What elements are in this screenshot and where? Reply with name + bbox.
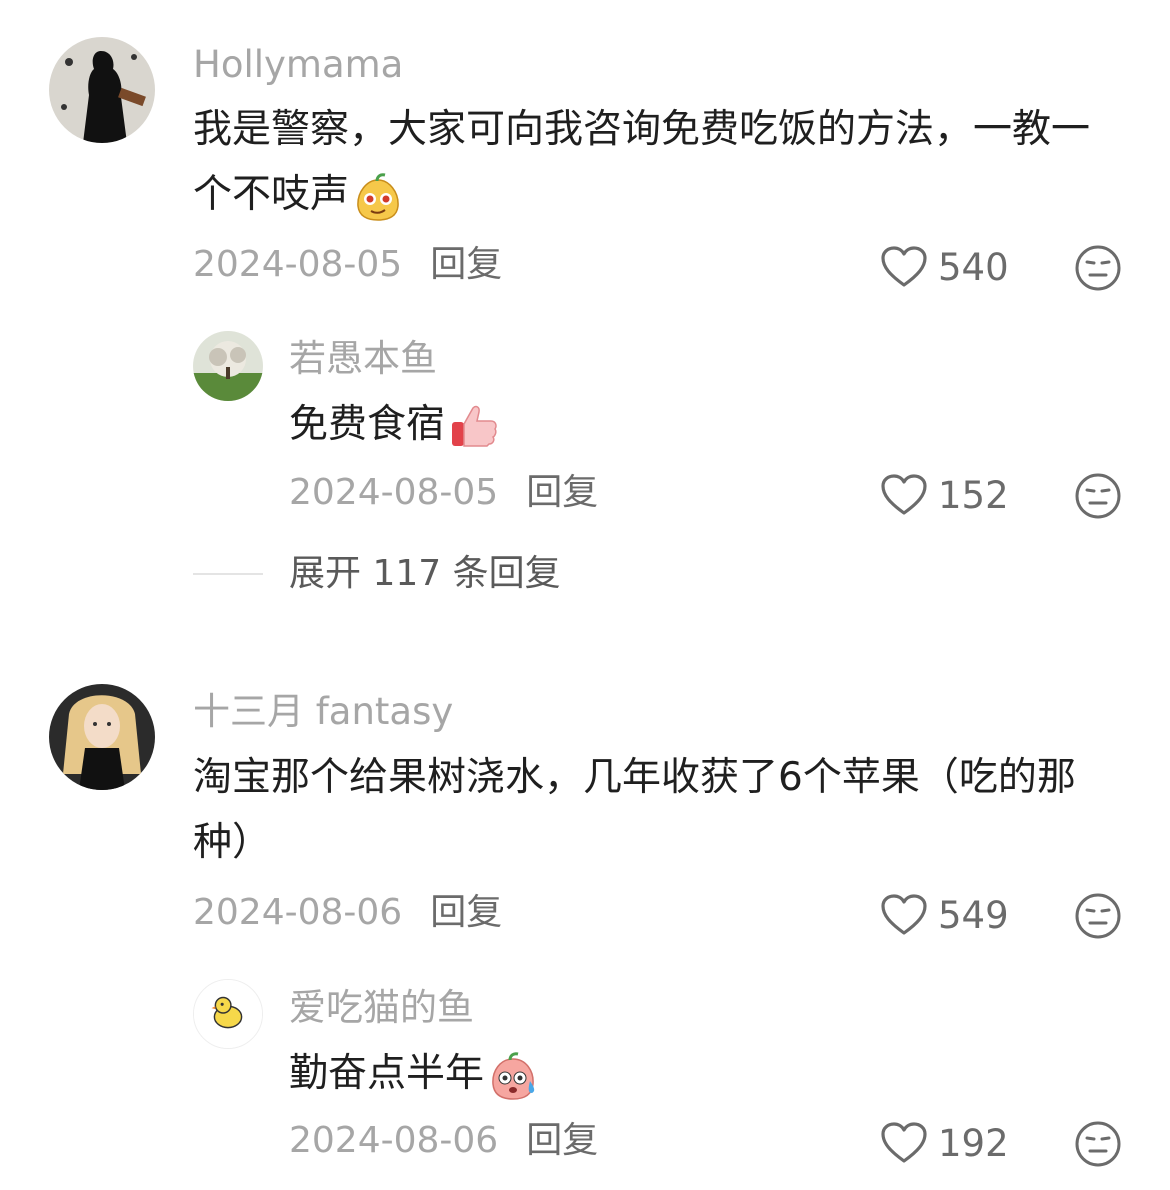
reply-button[interactable]: 回复: [430, 244, 502, 285]
avatar[interactable]: [49, 37, 155, 143]
reply-button[interactable]: 回复: [526, 472, 598, 513]
avatar[interactable]: [49, 684, 155, 790]
reply-meta: 2024-08-05 回复: [289, 471, 598, 515]
reply-text: 免费食宿: [289, 392, 1119, 457]
neutral-face-icon[interactable]: [1074, 244, 1122, 292]
avatar[interactable]: [193, 979, 263, 1049]
reply-date: 2024-08-05: [289, 472, 499, 513]
neutral-face-icon[interactable]: [1074, 472, 1122, 520]
reply-button[interactable]: 回复: [526, 1120, 598, 1161]
smirking-pear-emoji: [357, 172, 399, 221]
heart-outline-icon: [881, 894, 927, 935]
like-count: 549: [938, 893, 1009, 937]
reply-text: 勤奋点半年: [289, 1041, 1119, 1106]
avatar[interactable]: [193, 331, 263, 401]
reply-username[interactable]: 若愚本鱼: [289, 337, 437, 381]
reply-username[interactable]: 爱吃猫的鱼: [289, 986, 474, 1030]
reply-text-content: 免费食宿: [289, 402, 446, 447]
comment-meta: 2024-08-06 回复: [193, 891, 502, 935]
comment-date: 2024-08-06: [193, 892, 403, 933]
reply-button[interactable]: 回复: [430, 892, 502, 933]
comment-text-content: 我是警察，大家可向我咨询免费吃饭的方法，一教一个不吱声: [193, 107, 1091, 217]
comment-text: 我是警察，大家可向我咨询免费吃饭的方法，一教一个不吱声: [193, 97, 1123, 227]
like-count: 192: [938, 1121, 1009, 1165]
comment-username[interactable]: 十三月 fantasy: [193, 690, 453, 734]
reply-meta: 2024-08-06 回复: [289, 1119, 598, 1163]
reply-date: 2024-08-06: [289, 1120, 499, 1161]
heart-outline-icon: [881, 1122, 927, 1163]
comment-date: 2024-08-05: [193, 244, 403, 285]
comment-username[interactable]: Hollymama: [193, 43, 403, 87]
like-button[interactable]: 540: [880, 245, 1009, 289]
heart-outline-icon: [881, 246, 927, 287]
like-button[interactable]: 192: [880, 1121, 1009, 1165]
like-count: 540: [938, 245, 1009, 289]
neutral-face-icon[interactable]: [1074, 1120, 1122, 1168]
sweating-peach-emoji: [492, 1051, 535, 1100]
expand-replies-button[interactable]: 展开 117 条回复: [289, 552, 561, 596]
heart-outline-icon: [881, 474, 927, 515]
like-button[interactable]: 549: [880, 893, 1009, 937]
like-button[interactable]: 152: [880, 473, 1009, 517]
neutral-face-icon[interactable]: [1074, 892, 1122, 940]
comment-text: 淘宝那个给果树浇水，几年收获了6个苹果（吃的那种）: [193, 755, 1076, 865]
thumbs-up-emoji: [452, 405, 497, 447]
like-count: 152: [938, 473, 1009, 517]
comment-meta: 2024-08-05 回复: [193, 243, 502, 287]
reply-text-content: 勤奋点半年: [289, 1051, 485, 1096]
divider: [193, 573, 263, 575]
